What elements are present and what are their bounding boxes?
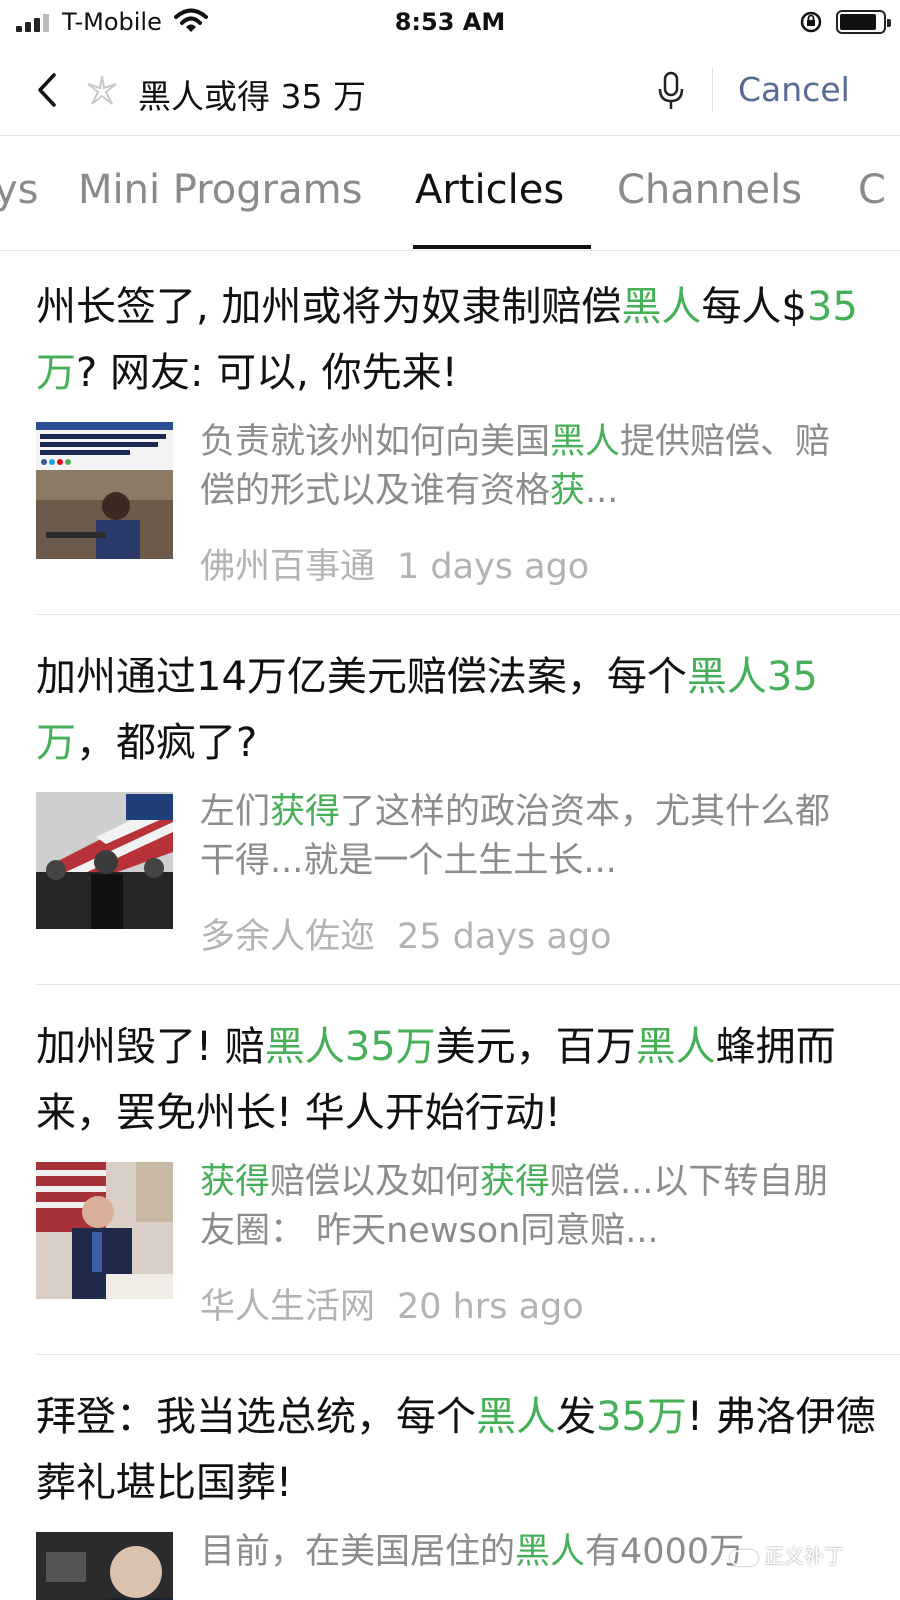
article-meta: 多余人佐迩 25 days ago bbox=[200, 908, 612, 959]
text-segment: 拜登：我当选总统，每个 bbox=[36, 1394, 476, 1440]
text-segment: 州长签了, 加州或将为奴隶制赔偿 bbox=[36, 284, 622, 330]
text-segment: 左们 bbox=[200, 792, 271, 832]
article-time: 25 days ago bbox=[397, 917, 612, 957]
article-title[interactable]: 拜登：我当选总统，每个黑人发35万! 弗洛伊德葬礼堪比国葬! bbox=[36, 1384, 876, 1516]
list-separator bbox=[36, 984, 900, 985]
article-snippet: 左们获得了这样的政治资本，尤其什么都干得...就是一个土生土长... bbox=[200, 788, 860, 886]
article-title[interactable]: 加州通过14万亿美元赔偿法案，每个黑人35万，都疯了? bbox=[36, 644, 876, 776]
header-divider bbox=[712, 68, 713, 112]
article-time: 1 days ago bbox=[397, 547, 590, 587]
text-segment: 美元，百万 bbox=[435, 1024, 636, 1070]
text-segment: 负责就该州如何向美国 bbox=[200, 422, 551, 462]
text-segment: 赔偿以及如何 bbox=[270, 1162, 481, 1202]
cancel-button[interactable]: Cancel bbox=[738, 70, 850, 109]
text-segment: 发 bbox=[556, 1394, 596, 1440]
article-source[interactable]: 华人生活网 bbox=[200, 1287, 375, 1327]
article-thumbnail[interactable] bbox=[36, 1162, 173, 1299]
search-spark-icon bbox=[87, 75, 117, 105]
text-segment: ，都疯了? bbox=[76, 720, 258, 766]
tab-partial-right[interactable]: C bbox=[858, 167, 886, 213]
article-thumbnail[interactable] bbox=[36, 792, 173, 929]
highlighted-keyword: 获得 bbox=[200, 1162, 271, 1202]
article-title[interactable]: 州长签了, 加州或将为奴隶制赔偿黑人每人$35万? 网友: 可以, 你先来! bbox=[36, 274, 876, 406]
text-segment: ... bbox=[585, 471, 619, 511]
article-meta: 佛州百事通 1 days ago bbox=[200, 538, 589, 589]
highlighted-keyword: 黑人35万 bbox=[264, 1024, 436, 1070]
wechat-logo-icon bbox=[730, 1549, 758, 1566]
article-source[interactable]: 多余人佐迩 bbox=[200, 917, 375, 957]
highlighted-keyword: 获得 bbox=[480, 1162, 551, 1202]
highlighted-keyword: 黑人 bbox=[550, 422, 621, 462]
text-segment: 加州毁了! 赔 bbox=[36, 1024, 265, 1070]
text-segment: ? 网友: 可以, 你先来! bbox=[76, 350, 458, 396]
list-separator bbox=[36, 614, 900, 615]
highlighted-keyword: 黑人 bbox=[621, 284, 702, 330]
text-segment: 加州通过14万亿美元赔偿法案，每个 bbox=[36, 654, 687, 700]
active-tab-indicator bbox=[413, 245, 591, 249]
text-segment: 目前，在美国居住的 bbox=[200, 1532, 516, 1572]
tab-channels[interactable]: Channels bbox=[617, 167, 802, 213]
status-bar: T-Mobile 8:53 AM bbox=[0, 0, 900, 44]
watermark-text: 正义补丁 bbox=[764, 1544, 844, 1568]
text-segment: 有4000万 bbox=[585, 1532, 745, 1572]
article-snippet: 负责就该州如何向美国黑人提供赔偿、赔偿的形式以及谁有资格获... bbox=[200, 418, 860, 516]
article-title[interactable]: 加州毁了! 赔黑人35万美元，百万黑人蜂拥而来，罢免州长! 华人开始行动! bbox=[36, 1014, 876, 1146]
highlighted-keyword: 35万 bbox=[596, 1394, 687, 1440]
microphone-icon[interactable] bbox=[656, 70, 686, 112]
highlighted-keyword: 黑人 bbox=[635, 1024, 716, 1070]
tab-partial-left[interactable]: ys bbox=[0, 167, 39, 213]
article-snippet: 获得赔偿以及如何获得赔偿...以下转自朋友圈： 昨天newson同意赔... bbox=[200, 1158, 860, 1256]
highlighted-keyword: 获得 bbox=[270, 792, 341, 832]
battery-icon bbox=[836, 10, 891, 34]
article-meta: 华人生活网 20 hrs ago bbox=[200, 1278, 584, 1329]
list-separator bbox=[36, 1354, 900, 1355]
watermark: 正义补丁 bbox=[730, 1540, 844, 1569]
orientation-lock-icon bbox=[800, 11, 822, 33]
highlighted-keyword: 获 bbox=[550, 471, 586, 511]
text-segment: 每人$ bbox=[701, 284, 807, 330]
tab-mini-programs[interactable]: Mini Programs bbox=[78, 167, 362, 213]
article-thumbnail[interactable] bbox=[36, 1532, 173, 1600]
tab-articles[interactable]: Articles bbox=[415, 167, 564, 213]
search-input[interactable]: 黑人或得 35 万 bbox=[138, 70, 366, 118]
highlighted-keyword: 黑人 bbox=[515, 1532, 586, 1572]
highlighted-keyword: 黑人 bbox=[476, 1394, 556, 1440]
search-category-tabs: ys Mini Programs Articles Channels C bbox=[0, 137, 900, 251]
search-header: 黑人或得 35 万 Cancel bbox=[0, 50, 900, 136]
article-source[interactable]: 佛州百事通 bbox=[200, 547, 375, 587]
article-time: 20 hrs ago bbox=[397, 1287, 584, 1327]
article-thumbnail[interactable] bbox=[36, 422, 173, 559]
clock: 8:53 AM bbox=[394, 8, 506, 36]
back-chevron-icon[interactable] bbox=[32, 70, 62, 110]
